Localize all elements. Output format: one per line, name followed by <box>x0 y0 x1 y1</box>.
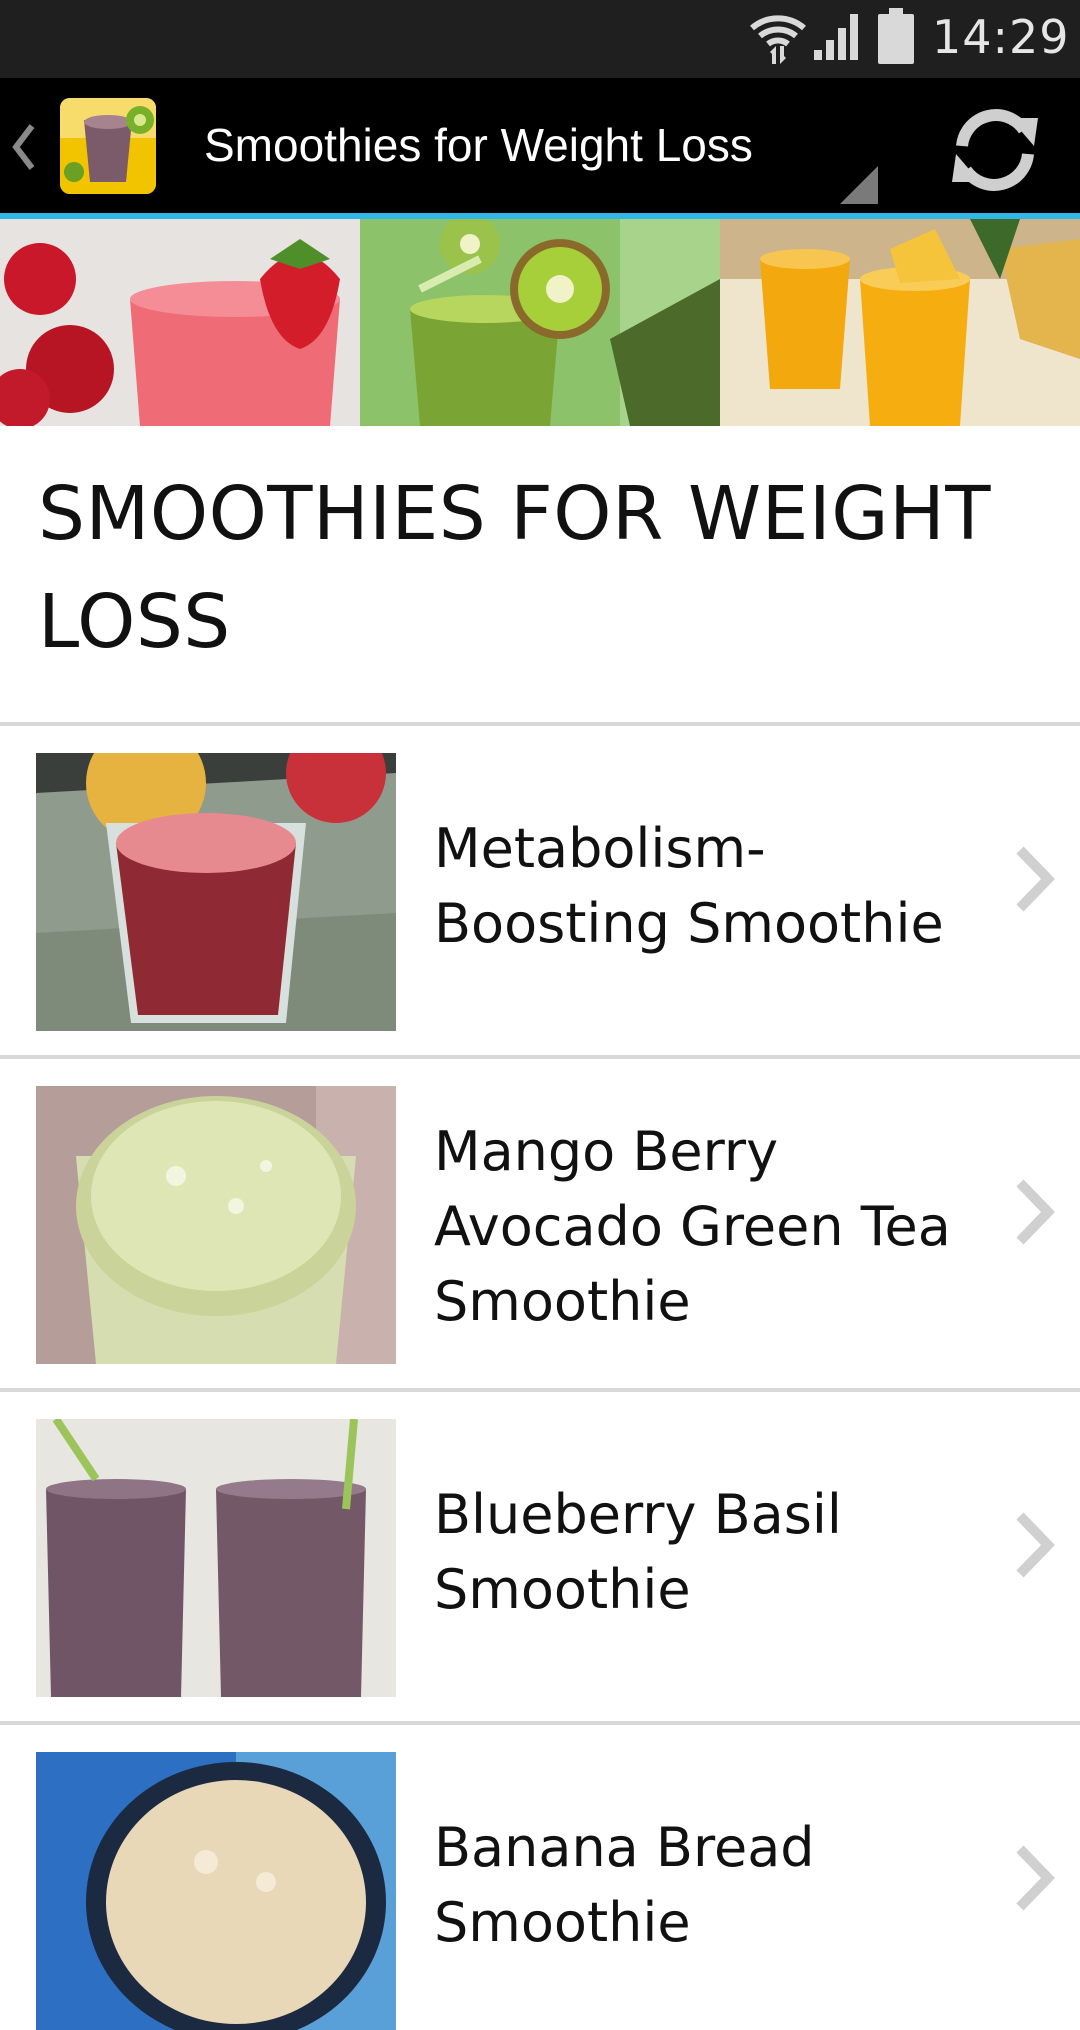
pineapple-smoothie-image <box>720 219 1080 426</box>
back-caret-icon[interactable] <box>10 122 36 172</box>
chevron-right-icon <box>1016 1179 1055 1245</box>
list-item-metabolism-boosting-smoothie[interactable]: Metabolism-Boosting Smoothie <box>0 726 1080 1031</box>
wifi-icon <box>750 15 806 64</box>
recipe-title: Blueberry Basil Smoothie <box>434 1483 842 1621</box>
banana-smoothie-photo <box>36 1752 396 2030</box>
banner <box>0 219 1080 426</box>
list-item-blueberry-basil-smoothie[interactable]: Blueberry Basil Smoothie <box>0 1392 1080 1697</box>
refresh-icon[interactable] <box>940 100 1050 200</box>
chevron-right-icon <box>1016 1512 1055 1578</box>
status-bar: 14:29 <box>0 0 1080 78</box>
chevron-right-icon <box>1016 846 1055 912</box>
page-title: SMOOTHIES FOR WEIGHT LOSS <box>38 471 991 665</box>
app-icon[interactable] <box>60 98 156 194</box>
app-title: Smoothies for Weight Loss <box>204 119 753 171</box>
recipe-title: Metabolism-Boosting Smoothie <box>434 817 944 955</box>
list-item-mango-berry-avocado-green-tea-smoothie[interactable]: Mango Berry Avocado Green Tea Smoothie <box>0 1059 1080 1364</box>
kiwi-smoothie-image <box>360 219 720 426</box>
recipe-title: Banana Bread Smoothie <box>434 1816 815 1954</box>
green-smoothie-photo <box>36 1086 396 1364</box>
action-bar: Smoothies for Weight Loss <box>0 78 1080 219</box>
chevron-right-icon <box>1016 1845 1055 1911</box>
battery-icon <box>878 8 914 64</box>
purple-smoothies-photo <box>36 1419 396 1697</box>
dropdown-triangle-icon[interactable] <box>840 166 878 204</box>
recipe-title: Mango Berry Avocado Green Tea Smoothie <box>434 1120 951 1333</box>
status-clock: 14:29 <box>932 10 1070 64</box>
red-smoothie-photo <box>36 753 396 1031</box>
list-item-banana-bread-smoothie[interactable]: Banana Bread Smoothie <box>0 1725 1080 2030</box>
signal-icon <box>814 14 858 60</box>
strawberry-smoothie-image <box>0 219 360 426</box>
